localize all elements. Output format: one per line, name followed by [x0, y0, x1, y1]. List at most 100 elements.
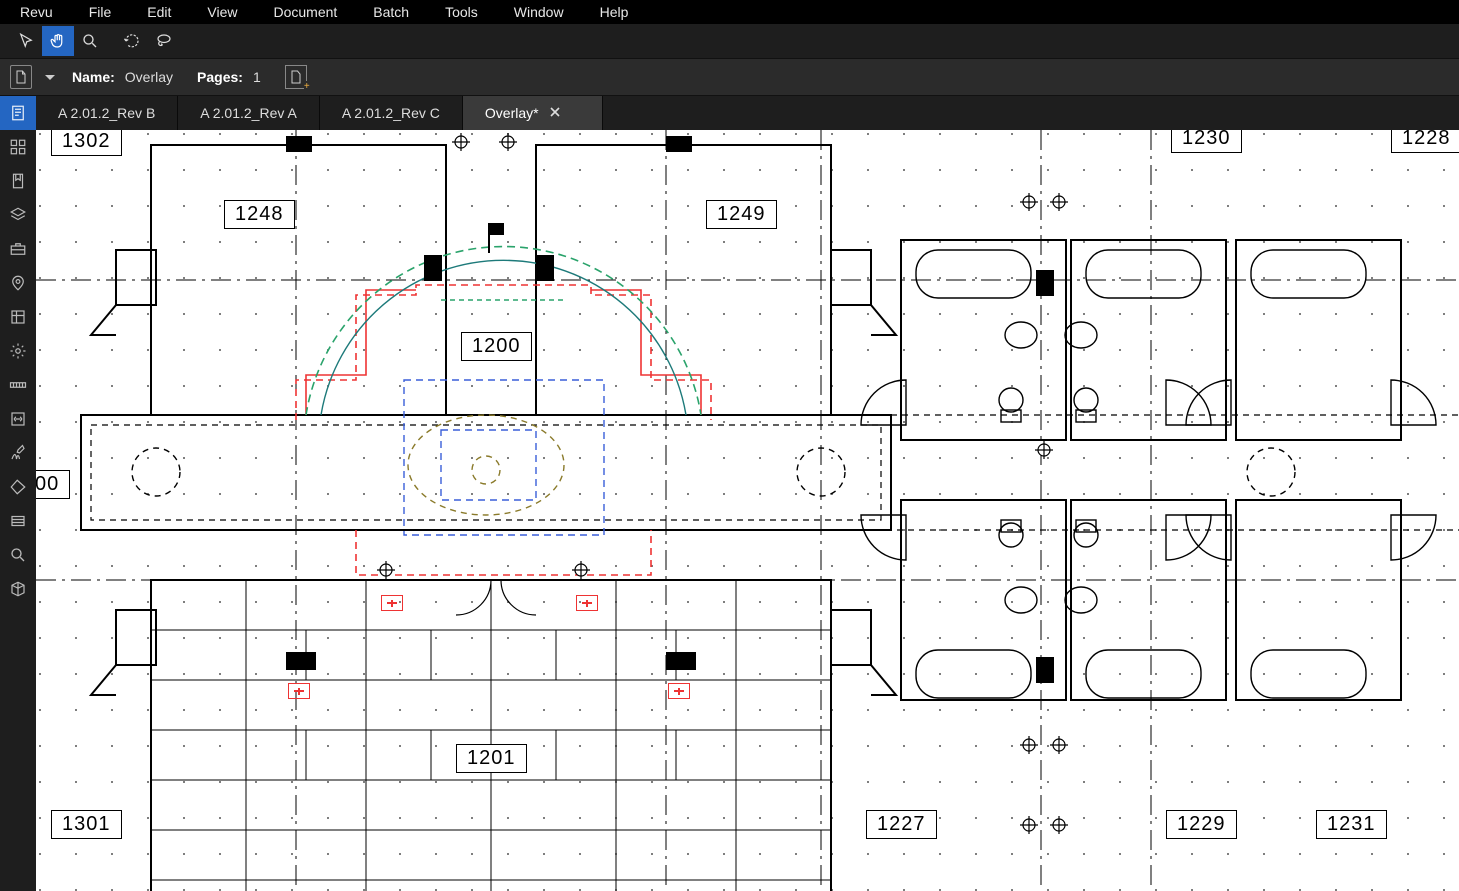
tab-label: A 2.01.2_Rev A [200, 105, 297, 121]
panel-signatures[interactable] [0, 436, 36, 470]
flag-pole [488, 223, 490, 253]
menu-batch[interactable]: Batch [355, 1, 427, 23]
menu-window[interactable]: Window [496, 1, 582, 23]
name-value: Overlay [125, 69, 173, 85]
panel-links[interactable] [0, 402, 36, 436]
column-block [666, 652, 696, 670]
flag-block [488, 223, 504, 235]
name-label: Name: [72, 69, 115, 85]
panel-search[interactable] [0, 538, 36, 572]
bookmarks-icon [9, 172, 27, 190]
left-panel-bar [0, 96, 36, 891]
room-label-1200: 1200 [461, 332, 532, 361]
pages-value: 1 [253, 69, 261, 85]
close-icon [549, 106, 561, 118]
menu-document[interactable]: Document [255, 1, 355, 23]
zoom-button[interactable] [74, 26, 106, 56]
room-label-1301: 1301 [51, 810, 122, 839]
settings-gear-icon [9, 342, 27, 360]
3d-icon [9, 580, 27, 598]
search-icon [9, 546, 27, 564]
panel-measure[interactable] [0, 368, 36, 402]
panel-flags[interactable] [0, 470, 36, 504]
menu-file[interactable]: File [71, 1, 130, 23]
lasso-icon [155, 32, 173, 50]
pan-hand-icon [49, 32, 67, 50]
tab-close-button[interactable] [549, 105, 561, 121]
tv-block [424, 255, 442, 281]
menu-bar: Revu File Edit View Document Batch Tools… [0, 0, 1459, 24]
top-toolbar [0, 24, 1459, 58]
page-icon [290, 70, 302, 84]
panel-3d[interactable] [0, 572, 36, 606]
select-arrow-button[interactable] [10, 26, 42, 56]
rotate-icon [123, 32, 141, 50]
room-label-1229: 1229 [1166, 810, 1237, 839]
forms-icon [9, 308, 27, 326]
lasso-button[interactable] [148, 26, 180, 56]
room-label-1227: 1227 [866, 810, 937, 839]
document-properties-bar: Name: Overlay Pages: 1 [0, 58, 1459, 96]
file-access-icon [9, 104, 27, 122]
tab-label: A 2.01.2_Rev B [58, 105, 155, 121]
menu-tools[interactable]: Tools [427, 1, 496, 23]
links-icon [9, 410, 27, 428]
overlay-marker [288, 683, 310, 699]
column-block [1036, 270, 1054, 296]
sets-icon [9, 512, 27, 530]
document-icon [15, 70, 27, 84]
room-label-1228: 1228 [1391, 130, 1459, 153]
drawing-canvas[interactable]: 1302 1248 1249 1230 1228 1200 00 1201 13… [36, 130, 1459, 891]
tab-label: Overlay* [485, 105, 539, 121]
thumbnails-icon [9, 138, 27, 156]
overlay-marker [668, 683, 690, 699]
menu-revu[interactable]: Revu [0, 1, 71, 23]
pages-label: Pages: [197, 69, 243, 85]
flags-icon [9, 478, 27, 496]
room-label-1249: 1249 [706, 200, 777, 229]
add-page-button[interactable] [285, 65, 307, 89]
menu-help[interactable]: Help [582, 1, 647, 23]
tab-rev-a[interactable]: A 2.01.2_Rev A [178, 96, 320, 130]
tab-rev-b[interactable]: A 2.01.2_Rev B [36, 96, 178, 130]
signatures-icon [9, 444, 27, 462]
panel-layers[interactable] [0, 198, 36, 232]
panel-toolchest[interactable] [0, 232, 36, 266]
layers-icon [9, 206, 27, 224]
tv-block [536, 255, 554, 281]
column-block [286, 652, 316, 670]
menu-edit[interactable]: Edit [129, 1, 189, 23]
column-block [286, 136, 312, 152]
floor-plan-drawing [36, 130, 1459, 891]
measure-icon [9, 376, 27, 394]
chevron-down-icon [45, 74, 55, 82]
panel-forms[interactable] [0, 300, 36, 334]
room-label-1248: 1248 [224, 200, 295, 229]
panel-bookmarks[interactable] [0, 164, 36, 198]
room-label-1201: 1201 [456, 744, 527, 773]
panel-thumbnails[interactable] [0, 130, 36, 164]
menu-view[interactable]: View [189, 1, 255, 23]
room-label-1231: 1231 [1316, 810, 1387, 839]
tab-overlay[interactable]: Overlay* [463, 96, 603, 130]
file-menu-button[interactable] [10, 65, 32, 89]
panel-sets[interactable] [0, 504, 36, 538]
select-arrow-icon [17, 32, 35, 50]
document-tabs: A 2.01.2_Rev B A 2.01.2_Rev A A 2.01.2_R… [36, 96, 1459, 130]
column-block [1036, 657, 1054, 683]
column-block [666, 136, 692, 152]
room-label-1302: 1302 [51, 130, 122, 156]
panel-file-access[interactable] [0, 96, 36, 130]
places-icon [9, 274, 27, 292]
toolchest-icon [9, 240, 27, 258]
room-label-1230: 1230 [1171, 130, 1242, 153]
room-label-00: 00 [36, 470, 70, 499]
overlay-marker [381, 595, 403, 611]
rotate-button[interactable] [116, 26, 148, 56]
pan-hand-button[interactable] [42, 26, 74, 56]
panel-places[interactable] [0, 266, 36, 300]
panel-settings[interactable] [0, 334, 36, 368]
tab-rev-c[interactable]: A 2.01.2_Rev C [320, 96, 463, 130]
file-dropdown-button[interactable] [42, 69, 58, 85]
zoom-icon [81, 32, 99, 50]
